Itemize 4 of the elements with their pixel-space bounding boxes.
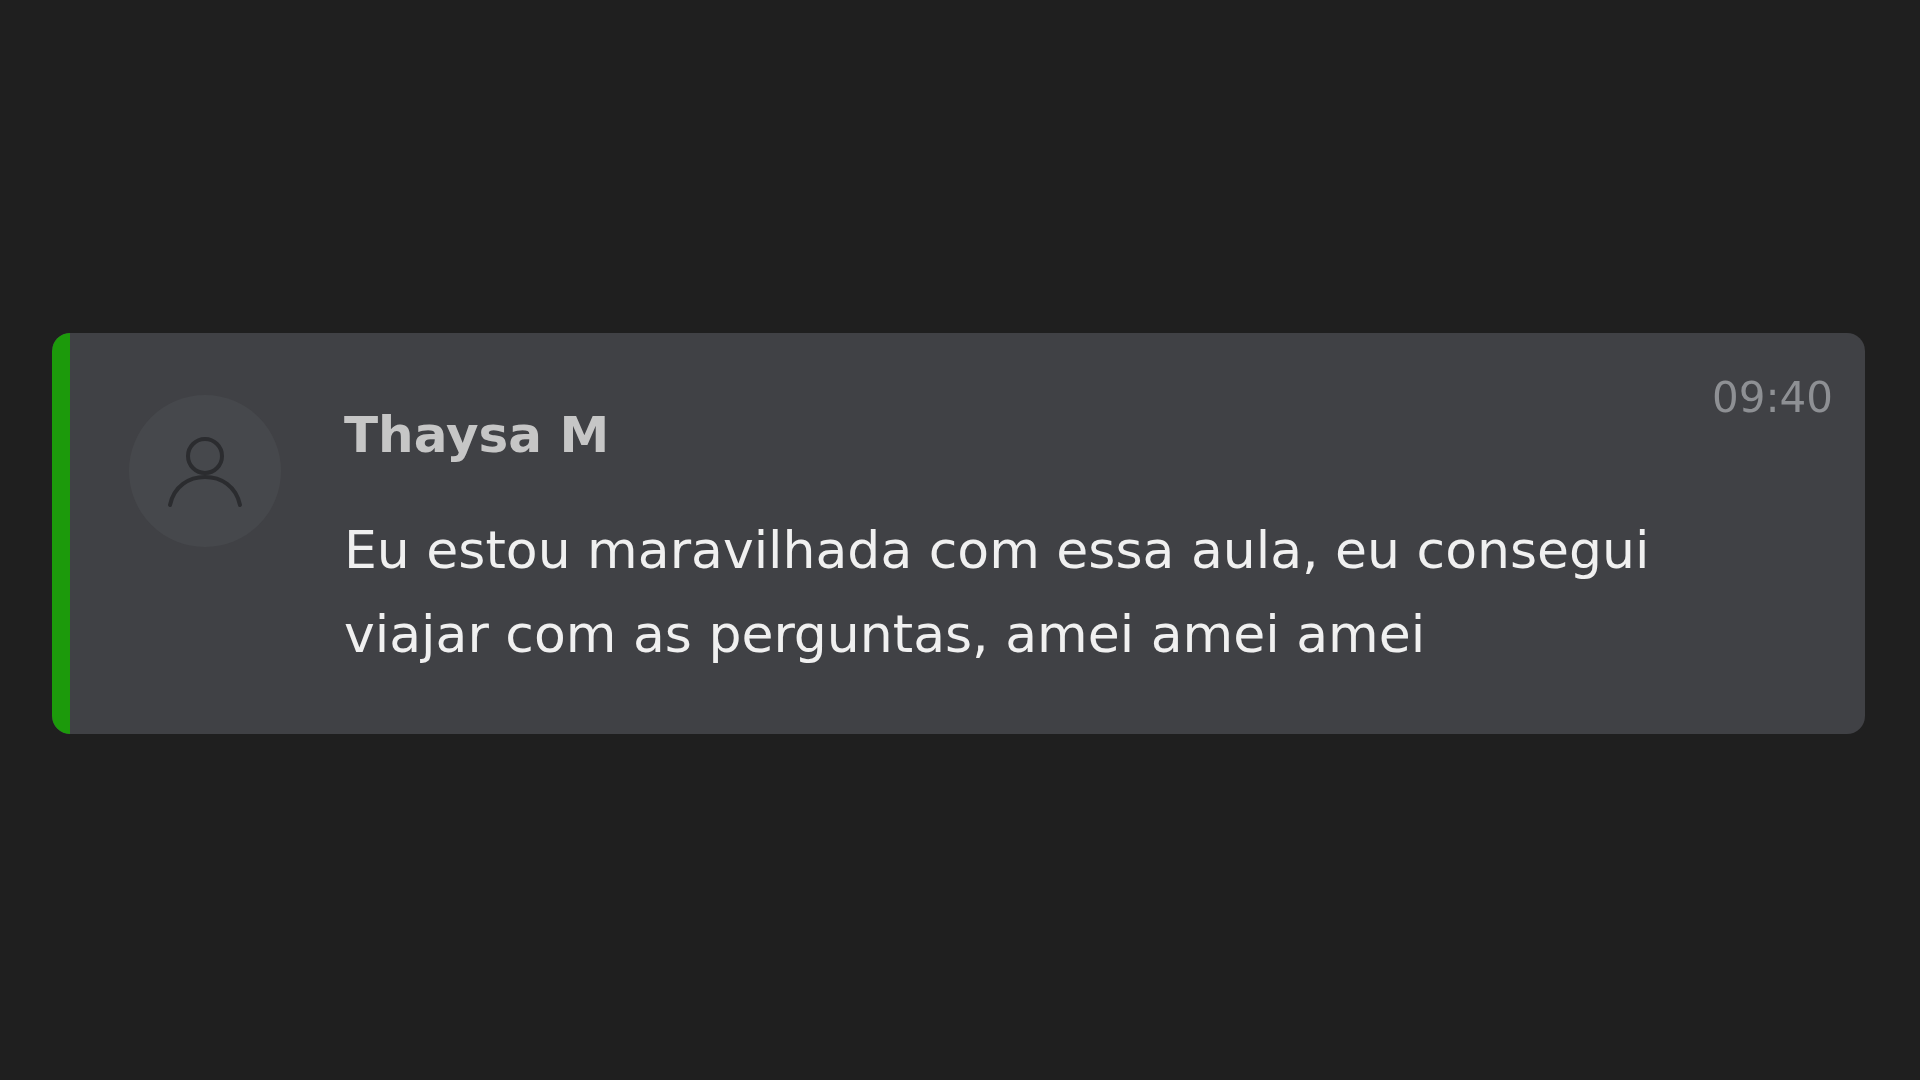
author-name: Thaysa M xyxy=(344,405,611,465)
message-time: 09:40 xyxy=(1711,373,1833,423)
message-text: Eu estou maravilhada com essa aula, eu consegui viajar com as perguntas, amei amei amei xyxy=(344,519,1651,666)
person-avatar-icon xyxy=(129,395,281,547)
